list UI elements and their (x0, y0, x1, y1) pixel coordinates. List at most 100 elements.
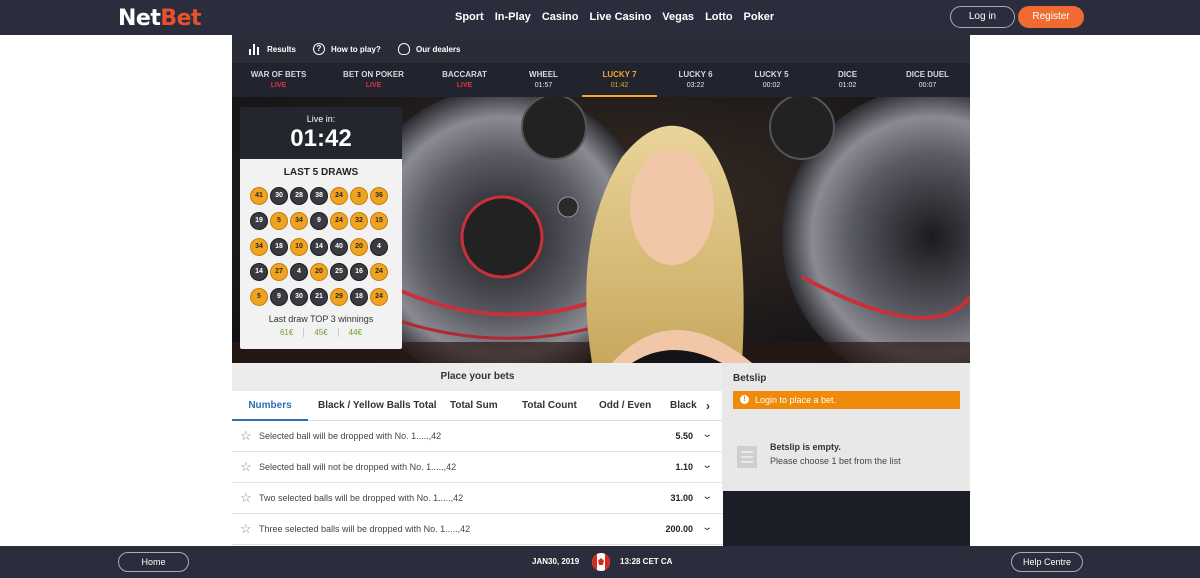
draw-ball: 16 (350, 262, 368, 281)
draw-ball: 3 (350, 187, 368, 205)
tab-name: DICE (837, 70, 858, 79)
results-link[interactable]: Results (249, 43, 296, 55)
draw-ball: 28 (290, 187, 308, 205)
tab-lucky-6[interactable]: LUCKY 6 03:22 (658, 63, 733, 97)
draw-ball: 24 (370, 288, 388, 307)
draw-ball: 9 (310, 212, 328, 231)
bet-odd[interactable]: 1.10 (675, 462, 693, 472)
nav-casino[interactable]: Casino (542, 11, 579, 23)
canada-flag-icon[interactable] (592, 553, 610, 571)
place-bets-section: Place your bets Numbers Black / Yellow B… (232, 363, 723, 546)
draw-ball: 34 (290, 212, 308, 231)
live-countdown: Live in: 01:42 (240, 107, 402, 159)
tab-bet-on-poker[interactable]: BET ON POKER LIVE (336, 63, 411, 97)
nav-sport[interactable]: Sport (455, 11, 484, 23)
bet-row[interactable]: ☆ Selected ball will be dropped with No.… (232, 421, 723, 452)
nav-poker[interactable]: Poker (744, 11, 775, 23)
nav-live-casino[interactable]: Live Casino (590, 11, 652, 23)
tab-status: 00:07 (918, 82, 937, 89)
draw-ball: 14 (310, 237, 328, 256)
tab-dice-duel[interactable]: DICE DUEL 00:07 (890, 63, 965, 97)
bet-type-tabs: Numbers Black / Yellow Balls Total Total… (232, 391, 723, 421)
footer-time: 13:28 CET CA (620, 557, 673, 566)
tab-war-of-bets[interactable]: WAR OF BETS LIVE (241, 63, 316, 97)
live-dealer-video[interactable]: Live in: 01:42 LAST 5 DRAWS 41 30 28 38 24 3 3… (232, 97, 970, 363)
tab-name: LUCKY 5 (754, 70, 789, 79)
bet-odd[interactable]: 200.00 (665, 524, 693, 534)
betslip-empty-title: Betslip is empty. (770, 442, 841, 452)
tab-status: 03:22 (686, 82, 705, 89)
draw-ball: 4 (370, 237, 388, 256)
tab-baccarat[interactable]: BACCARAT LIVE (427, 63, 502, 97)
bet-description: Two selected balls will be dropped with … (259, 493, 464, 503)
bet-description: Selected ball will be dropped with No. 1… (259, 431, 442, 441)
tab-name: WHEEL (529, 70, 558, 79)
bet-odd[interactable]: 31.00 (670, 493, 693, 503)
draw-ball: 24 (330, 212, 348, 231)
nav-in-play[interactable]: In-Play (495, 11, 531, 23)
bet-row[interactable]: ☆ Three selected balls will be dropped w… (232, 514, 723, 545)
tab-name: DICE DUEL (905, 70, 950, 79)
draw-ball: 25 (330, 262, 348, 281)
bet-description: Selected ball will not be dropped with N… (259, 462, 457, 472)
tab-total-sum[interactable]: Total Sum (450, 391, 498, 421)
our-dealers-link[interactable]: Our dealers (398, 43, 460, 55)
draw-ball: 20 (350, 237, 368, 256)
chevron-down-icon[interactable]: ⌄ (701, 522, 712, 533)
bet-row[interactable]: ☆ Two selected balls will be dropped wit… (232, 483, 723, 514)
star-icon[interactable]: ☆ (240, 522, 252, 536)
tab-name: WAR OF BETS (250, 70, 307, 79)
help-centre-button[interactable]: Help Centre (1011, 552, 1083, 572)
nav-lotto[interactable]: Lotto (705, 11, 732, 23)
tab-lucky-7[interactable]: LUCKY 7 01:42 (582, 63, 657, 97)
netbet-logo[interactable]: NetBet (118, 6, 202, 31)
nav-vegas[interactable]: Vegas (662, 11, 694, 23)
draw-ball: 5 (250, 288, 268, 307)
draw-ball: 9 (270, 288, 288, 307)
bet-row[interactable]: ☆ Selected ball will not be dropped with… (232, 452, 723, 483)
home-button[interactable]: Home (118, 552, 189, 572)
betslip-panel: Betslip ! Login to place a bet. Betslip … (722, 363, 970, 491)
tab-numbers[interactable]: Numbers (232, 391, 308, 421)
top3-winnings: 61€ 45€ 44€ (240, 328, 402, 337)
tab-odd-even[interactable]: Odd / Even (599, 391, 651, 421)
tab-wheel[interactable]: WHEEL 01:57 (506, 63, 581, 97)
login-button[interactable]: Log in (950, 6, 1015, 28)
chevron-down-icon[interactable]: ⌄ (701, 491, 712, 502)
tab-lucky-5[interactable]: LUCKY 5 00:02 (734, 63, 809, 97)
draw-ball: 19 (250, 212, 268, 231)
draw-ball: 14 (250, 262, 268, 281)
chevron-down-icon[interactable]: ⌄ (701, 429, 712, 440)
dealer-icon (398, 43, 410, 55)
bar-chart-icon (249, 43, 261, 55)
register-button[interactable]: Register (1018, 6, 1084, 28)
draw-ball: 10 (290, 237, 308, 256)
place-bets-title: Place your bets (232, 363, 723, 391)
countdown-timer: 01:42 (290, 125, 352, 152)
draw-ball: 36 (370, 187, 388, 205)
tab-status: 00:02 (762, 82, 781, 89)
chevron-down-icon[interactable]: ⌄ (701, 460, 712, 471)
draw-ball: 18 (350, 288, 368, 307)
tab-status: LIVE (365, 82, 382, 89)
tabs-next-arrow-icon[interactable]: › (706, 391, 710, 421)
tab-dice[interactable]: DICE 01:02 (810, 63, 885, 97)
tab-black[interactable]: Black (670, 391, 697, 421)
tab-name: LUCKY 6 (678, 70, 713, 79)
star-icon[interactable]: ☆ (240, 460, 252, 474)
tab-black-yellow-total[interactable]: Black / Yellow Balls Total (318, 391, 437, 421)
draw-ball: 30 (270, 187, 288, 205)
draw-ball: 5 (270, 212, 288, 231)
draw-ball: 27 (270, 262, 288, 281)
login-notice-text: Login to place a bet. (755, 395, 837, 405)
tab-total-count[interactable]: Total Count (522, 391, 577, 421)
footer-bar: Home JAN30, 2019 13:28 CET CA Help Centr… (0, 546, 1200, 578)
star-icon[interactable]: ☆ (240, 429, 252, 443)
game-toolbar: Results ? How to play? Our dealers (232, 35, 970, 63)
draw-ball: 29 (330, 288, 348, 307)
login-notice[interactable]: ! Login to place a bet. (733, 391, 960, 409)
how-to-play-link[interactable]: ? How to play? (313, 43, 381, 55)
star-icon[interactable]: ☆ (240, 491, 252, 505)
tab-name: LUCKY 7 (602, 70, 637, 79)
bet-odd[interactable]: 5.50 (675, 431, 693, 441)
